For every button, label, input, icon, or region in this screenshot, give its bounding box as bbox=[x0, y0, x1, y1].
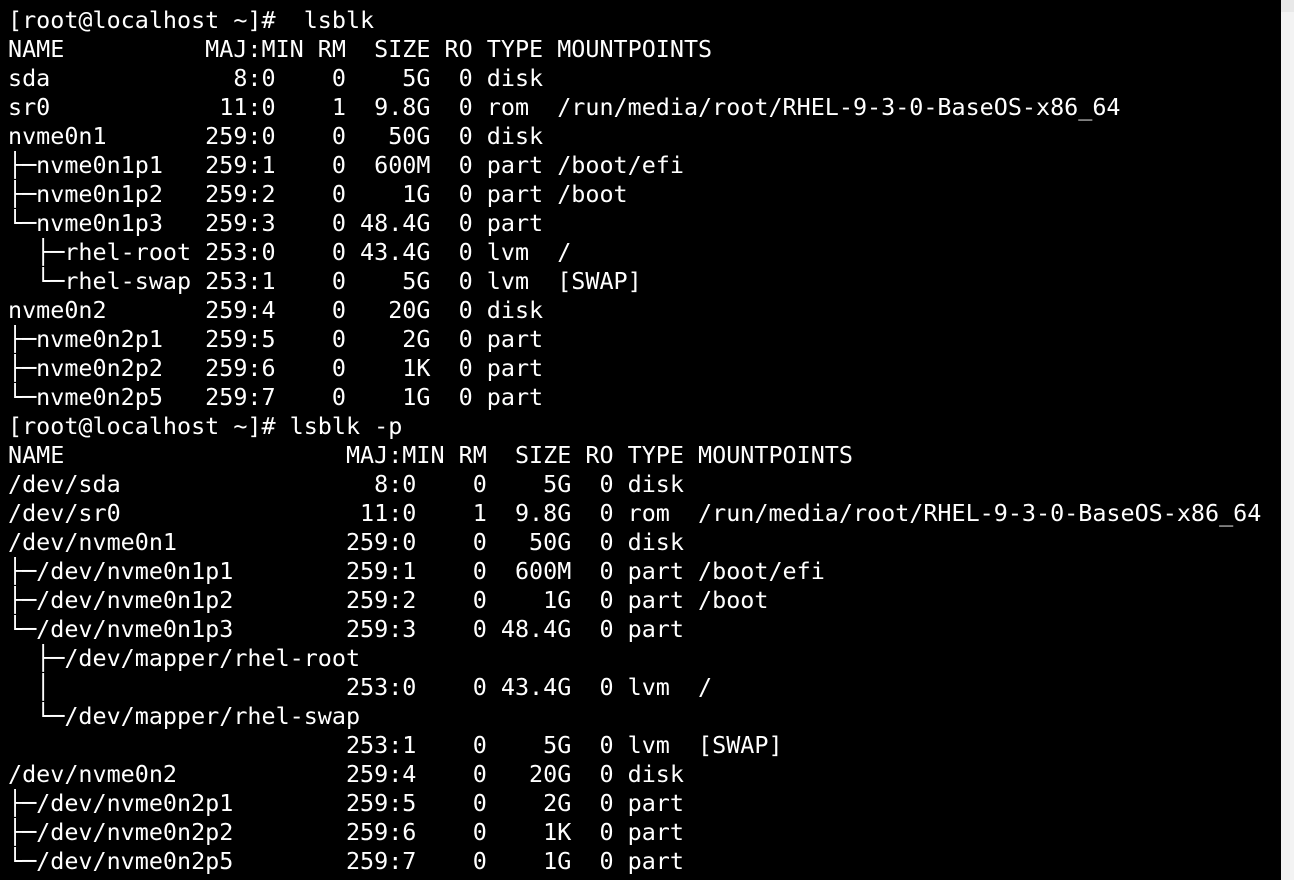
command-prompt-line: [root@localhost ~]# lsblk -p bbox=[8, 412, 403, 440]
output-line: ├─nvme0n2p2 259:6 0 1K 0 part bbox=[8, 354, 544, 382]
output-line: ├─nvme0n1p2 259:2 0 1G 0 part /boot bbox=[8, 180, 628, 208]
output-line: ├─/dev/nvme0n2p1 259:5 0 2G 0 part bbox=[8, 789, 684, 817]
output-line: ├─rhel-root 253:0 0 43.4G 0 lvm / bbox=[8, 238, 572, 266]
output-line: nvme0n2 259:4 0 20G 0 disk bbox=[8, 296, 544, 324]
output-line: └─nvme0n2p5 259:7 0 1G 0 part bbox=[8, 383, 544, 411]
output-line: sda 8:0 0 5G 0 disk bbox=[8, 64, 544, 92]
output-line: ├─/dev/nvme0n1p2 259:2 0 1G 0 part /boot bbox=[8, 586, 769, 614]
output-line: nvme0n1 259:0 0 50G 0 disk bbox=[8, 122, 544, 150]
output-line: ├─/dev/nvme0n2p2 259:6 0 1K 0 part bbox=[8, 818, 684, 846]
scroll-up-arrow-icon[interactable] bbox=[1281, 0, 1294, 12]
output-line: │ 253:0 0 43.4G 0 lvm / bbox=[8, 673, 713, 701]
output-line: /dev/nvme0n1 259:0 0 50G 0 disk bbox=[8, 528, 684, 556]
scrollbar-thumb[interactable] bbox=[1283, 14, 1292, 874]
output-line: └─/dev/nvme0n1p3 259:3 0 48.4G 0 part bbox=[8, 615, 684, 643]
output-line: ├─nvme0n2p1 259:5 0 2G 0 part bbox=[8, 325, 544, 353]
output-line: 253:1 0 5G 0 lvm [SWAP] bbox=[8, 731, 783, 759]
output-line: sr0 11:0 1 9.8G 0 rom /run/media/root/RH… bbox=[8, 93, 1121, 121]
output-line: └─/dev/nvme0n2p5 259:7 0 1G 0 part bbox=[8, 847, 684, 875]
vertical-scrollbar[interactable] bbox=[1281, 0, 1294, 880]
output-line: NAME MAJ:MIN RM SIZE RO TYPE MOUNTPOINTS bbox=[8, 441, 853, 469]
terminal-window[interactable]: [root@localhost ~]# lsblk NAME MAJ:MIN RM… bbox=[0, 0, 1281, 880]
output-line: /dev/nvme0n2 259:4 0 20G 0 disk bbox=[8, 760, 684, 788]
command-prompt-line: [root@localhost ~]# lsblk bbox=[8, 6, 375, 34]
output-line: ├─/dev/nvme0n1p1 259:1 0 600M 0 part /bo… bbox=[8, 557, 825, 585]
output-line: NAME MAJ:MIN RM SIZE RO TYPE MOUNTPOINTS bbox=[8, 35, 713, 63]
terminal-output: [root@localhost ~]# lsblk NAME MAJ:MIN RM… bbox=[8, 6, 1261, 876]
output-line: └─rhel-swap 253:1 0 5G 0 lvm [SWAP] bbox=[8, 267, 642, 295]
output-line: /dev/sda 8:0 0 5G 0 disk bbox=[8, 470, 684, 498]
output-line: ├─nvme0n1p1 259:1 0 600M 0 part /boot/ef… bbox=[8, 151, 684, 179]
output-line: └─nvme0n1p3 259:3 0 48.4G 0 part bbox=[8, 209, 544, 237]
output-line: └─/dev/mapper/rhel-swap bbox=[8, 702, 361, 730]
output-line: ├─/dev/mapper/rhel-root bbox=[8, 644, 361, 672]
output-line: /dev/sr0 11:0 1 9.8G 0 rom /run/media/ro… bbox=[8, 499, 1262, 527]
